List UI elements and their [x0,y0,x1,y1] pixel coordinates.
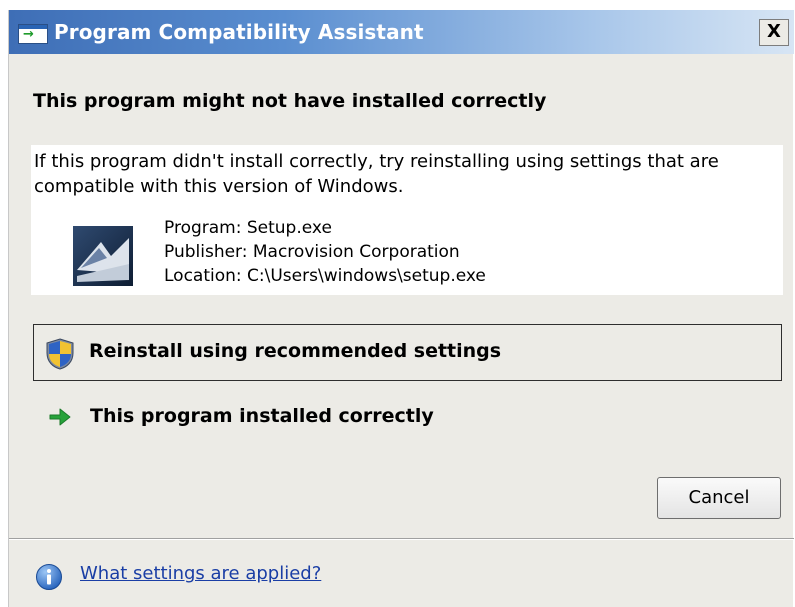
close-button[interactable]: X [759,19,789,46]
program-info-panel: If this program didn't install correctly… [31,145,783,295]
program-details: Program: Setup.exe Publisher: Macrovisio… [164,216,486,288]
program-name: Program: Setup.exe [164,218,332,238]
green-arrow-icon [49,408,71,426]
publisher-name: Publisher: Macrovision Corporation [164,242,460,262]
compatibility-dialog: → Program Compatibility Assistant X This… [8,10,794,607]
cancel-button[interactable]: Cancel [657,477,781,519]
installed-correctly-option[interactable]: This program installed correctly [33,393,782,441]
setup-program-icon [73,226,133,286]
window-title: Program Compatibility Assistant [54,20,424,44]
footer-divider [9,538,794,540]
dialog-description: If this program didn't install correctly… [34,151,719,197]
installed-correctly-label: This program installed correctly [90,405,434,427]
dialog-heading: This program might not have installed co… [33,90,547,112]
compatibility-app-icon: → [18,24,48,44]
uac-shield-icon [46,338,74,370]
info-icon [36,564,62,590]
reinstall-option-button[interactable]: Reinstall using recommended settings [33,324,782,381]
settings-help-link[interactable]: What settings are applied? [80,563,321,584]
title-bar[interactable]: → Program Compatibility Assistant X [9,10,794,54]
program-location: Location: C:\Users\windows\setup.exe [164,266,486,286]
reinstall-label: Reinstall using recommended settings [89,340,502,362]
